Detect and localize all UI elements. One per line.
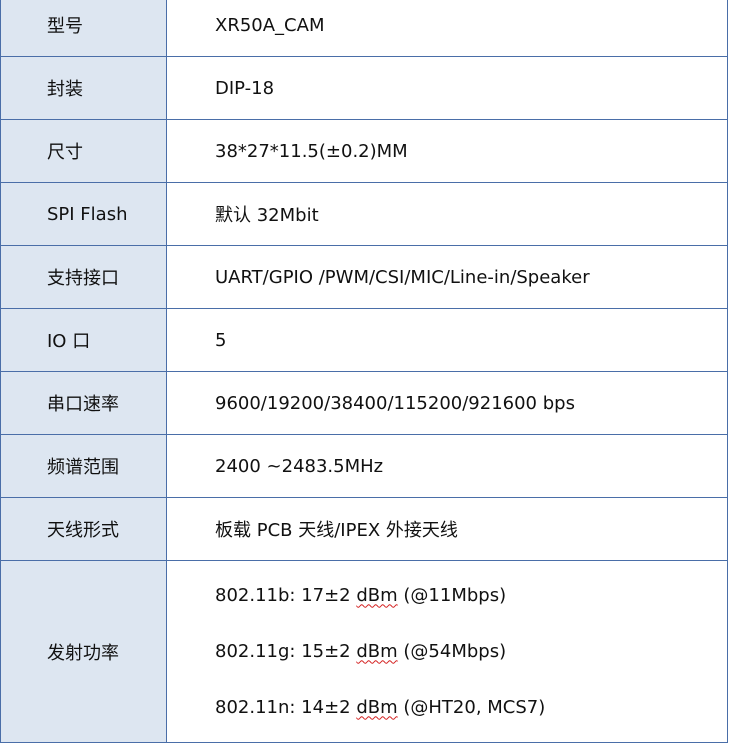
table-row: SPI Flash 默认 32Mbit (0, 182, 728, 246)
table-row: 封装 DIP-18 (0, 56, 728, 120)
spellcheck-underline: dBm (356, 696, 398, 718)
row-label-baud-rate: 串口速率 (0, 371, 167, 435)
table-row: 尺寸 38*27*11.5(±0.2)MM (0, 119, 728, 183)
table-row: IO 口 5 (0, 308, 728, 372)
spellcheck-underline: dBm (356, 640, 398, 662)
tx-power-line-n: 802.11n: 14±2 dBm (@HT20, MCS7) (215, 696, 546, 718)
row-value-frequency: 2400 ~2483.5MHz (166, 434, 728, 498)
row-label-spi-flash: SPI Flash (0, 182, 167, 246)
row-value-size: 38*27*11.5(±0.2)MM (166, 119, 728, 183)
table-row: 发射功率 802.11b: 17±2 dBm (@11Mbps) 802.11g… (0, 560, 728, 743)
row-value-tx-power: 802.11b: 17±2 dBm (@11Mbps) 802.11g: 15±… (166, 560, 728, 743)
spec-table: 型号 XR50A_CAM 封装 DIP-18 尺寸 38*27*11.5(±0.… (0, 0, 728, 743)
row-value-antenna: 板载 PCB 天线/IPEX 外接天线 (166, 497, 728, 561)
tx-power-line-g: 802.11g: 15±2 dBm (@54Mbps) (215, 640, 507, 662)
row-value-spi-flash: 默认 32Mbit (166, 182, 728, 246)
row-label-model: 型号 (0, 0, 167, 57)
table-row: 天线形式 板载 PCB 天线/IPEX 外接天线 (0, 497, 728, 561)
table-row: 支持接口 UART/GPIO /PWM/CSI/MIC/Line-in/Spea… (0, 245, 728, 309)
tx-power-line-b: 802.11b: 17±2 dBm (@11Mbps) (215, 584, 507, 606)
row-value-package: DIP-18 (166, 56, 728, 120)
row-label-tx-power: 发射功率 (0, 560, 167, 743)
row-value-baud-rate: 9600/19200/38400/115200/921600 bps (166, 371, 728, 435)
row-value-model: XR50A_CAM (166, 0, 728, 57)
table-row: 频谱范围 2400 ~2483.5MHz (0, 434, 728, 498)
row-label-antenna: 天线形式 (0, 497, 167, 561)
row-value-io: 5 (166, 308, 728, 372)
row-label-size: 尺寸 (0, 119, 167, 183)
row-label-frequency: 频谱范围 (0, 434, 167, 498)
row-label-package: 封装 (0, 56, 167, 120)
spellcheck-underline: dBm (356, 584, 398, 606)
row-label-interfaces: 支持接口 (0, 245, 167, 309)
row-label-io: IO 口 (0, 308, 167, 372)
table-row: 串口速率 9600/19200/38400/115200/921600 bps (0, 371, 728, 435)
table-row: 型号 XR50A_CAM (0, 0, 728, 57)
row-value-interfaces: UART/GPIO /PWM/CSI/MIC/Line-in/Speaker (166, 245, 728, 309)
